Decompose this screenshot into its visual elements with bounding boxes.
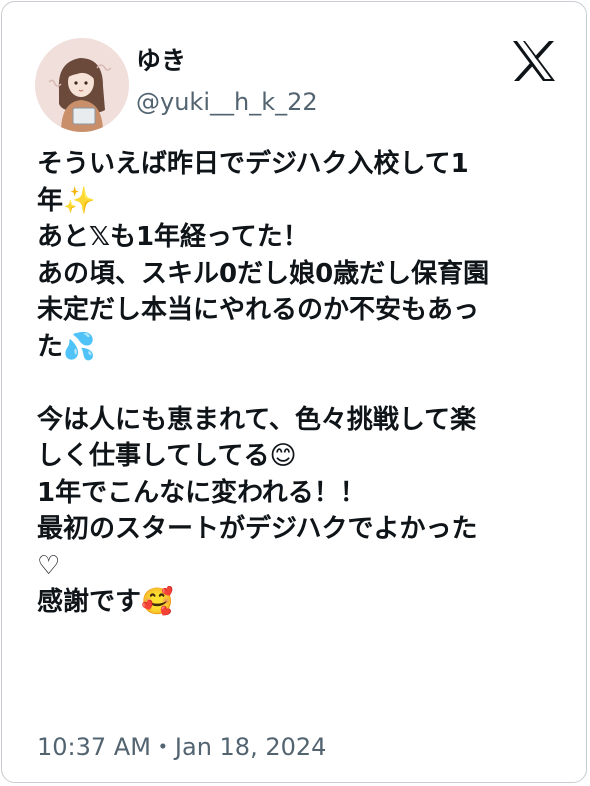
tweet-line: 未定だし本当にやれるのか不安もあっ bbox=[37, 295, 480, 325]
avatar[interactable] bbox=[35, 38, 129, 132]
tweet-line: 年✨ bbox=[37, 185, 96, 216]
tweet-line: あと𝕏も1年経ってた！ bbox=[37, 222, 309, 252]
display-name[interactable]: ゆき bbox=[136, 44, 186, 78]
profile-illustration-avatar bbox=[35, 38, 129, 132]
tweet-line: ♡ bbox=[37, 550, 61, 581]
tweet-text: そういえば昨日でデジハク入校して1 年✨ あと𝕏も1年経ってた！ あの頃、スキル0だし… bbox=[37, 146, 567, 621]
tweet-line: しく仕事してしてる😊 bbox=[37, 441, 297, 471]
tweet-line bbox=[37, 365, 567, 402]
tweet-line: 1年でこんなに変われる！！ bbox=[37, 477, 366, 508]
x-logo-icon[interactable] bbox=[511, 40, 557, 82]
tweet-line: あの頃、スキル0だし娘0歳だし保育園 bbox=[37, 258, 490, 289]
tweet-line: た💦 bbox=[37, 331, 96, 362]
tweet-card: ゆき @yuki__h_k_22 そういえば昨日でデジハク入校して1 年✨ あと𝕏も… bbox=[1, 1, 587, 783]
user-handle[interactable]: @yuki__h_k_22 bbox=[136, 86, 318, 118]
tweet-line: 最初のスタートがデジハクでよかった bbox=[37, 514, 478, 544]
tweet-line: そういえば昨日でデジハク入校して1 bbox=[37, 149, 469, 179]
timestamp[interactable]: 10:37 AM・Jan 18, 2024 bbox=[37, 730, 326, 764]
tweet-line: 今は人にも恵まれて、色々挑戦して楽 bbox=[37, 404, 477, 435]
tweet-line: 感謝です🥰 bbox=[37, 587, 174, 617]
